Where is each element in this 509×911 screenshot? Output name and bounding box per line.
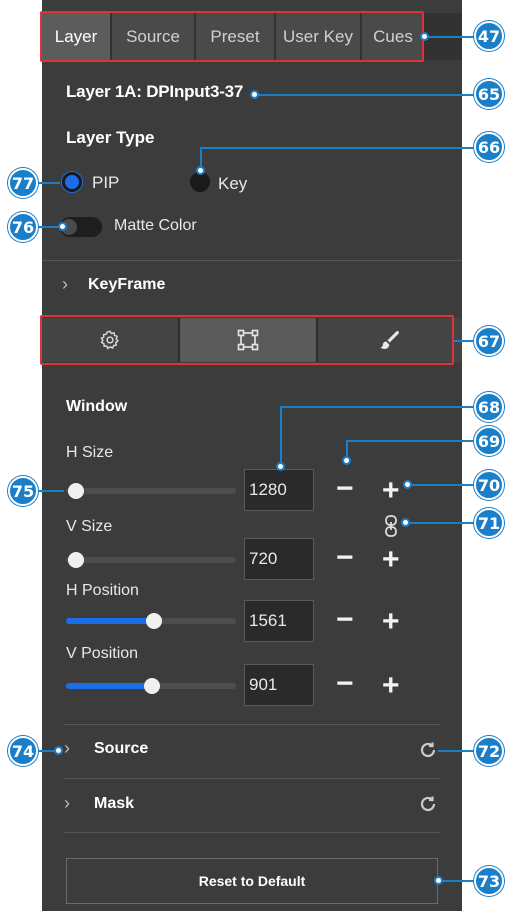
keyframe-expander[interactable]: › KeyFrame bbox=[62, 274, 362, 300]
source-label: Source bbox=[94, 740, 149, 757]
callout-line bbox=[36, 490, 64, 492]
pip-label: PIP bbox=[92, 173, 120, 192]
link-icon[interactable] bbox=[382, 514, 400, 538]
callout-anchor bbox=[401, 518, 410, 527]
highlight-box-icon-tabs bbox=[40, 315, 454, 365]
callout-line bbox=[280, 406, 282, 468]
h-position-input[interactable]: 1561 bbox=[244, 600, 314, 642]
h-size-label: H Size bbox=[66, 444, 114, 461]
v-size-slider-thumb[interactable] bbox=[68, 552, 84, 568]
v-size-increment[interactable]: + bbox=[382, 545, 400, 575]
callout-line bbox=[346, 440, 476, 442]
callout-badge: 77 bbox=[8, 168, 38, 198]
mask-label: Mask bbox=[94, 795, 135, 812]
v-position-label: V Position bbox=[66, 645, 139, 662]
h-size-decrement[interactable]: − bbox=[336, 474, 354, 504]
callout-badge: 72 bbox=[474, 736, 504, 766]
callout-badge: 70 bbox=[474, 470, 504, 500]
h-position-label: H Position bbox=[66, 582, 139, 599]
callout-anchor bbox=[250, 90, 259, 99]
h-position-slider-thumb[interactable] bbox=[146, 613, 162, 629]
callout-line bbox=[36, 182, 60, 184]
callout-line bbox=[424, 36, 476, 38]
layer-panel: Layer Source Preset User Key Cues Layer … bbox=[42, 0, 462, 911]
callout-anchor bbox=[54, 746, 63, 755]
mask-expander[interactable]: › Mask bbox=[64, 793, 364, 819]
callout-line bbox=[406, 522, 476, 524]
key-label: Key bbox=[218, 174, 248, 193]
callout-anchor bbox=[434, 876, 443, 885]
divider bbox=[64, 724, 440, 725]
h-size-slider[interactable] bbox=[66, 488, 236, 494]
h-size-input[interactable]: 1280 bbox=[244, 469, 314, 511]
callout-line bbox=[454, 340, 476, 342]
v-size-decrement[interactable]: − bbox=[336, 543, 354, 573]
callout-badge: 73 bbox=[474, 866, 504, 896]
callout-badge: 71 bbox=[474, 508, 504, 538]
callout-anchor bbox=[420, 32, 429, 41]
chevron-right-icon: › bbox=[62, 274, 68, 294]
pip-radio[interactable] bbox=[62, 172, 82, 192]
v-position-input[interactable]: 901 bbox=[244, 664, 314, 706]
callout-badge: 69 bbox=[474, 426, 504, 456]
v-position-increment[interactable]: + bbox=[382, 671, 400, 701]
v-size-label: V Size bbox=[66, 518, 113, 535]
callout-badge: 66 bbox=[474, 132, 504, 162]
keyframe-label: KeyFrame bbox=[88, 276, 166, 293]
chevron-right-icon: › bbox=[64, 738, 70, 758]
callout-line bbox=[440, 880, 476, 882]
chevron-right-icon: › bbox=[64, 793, 70, 813]
callout-badge: 47 bbox=[474, 21, 504, 51]
callout-badge: 76 bbox=[8, 212, 38, 242]
callout-badge: 74 bbox=[8, 736, 38, 766]
mask-reset-icon[interactable] bbox=[418, 794, 438, 814]
callout-badge: 68 bbox=[474, 392, 504, 422]
callout-anchor bbox=[196, 166, 205, 175]
h-size-slider-thumb[interactable] bbox=[68, 483, 84, 499]
callout-anchor bbox=[342, 456, 351, 465]
callout-badge: 75 bbox=[8, 476, 38, 506]
h-position-decrement[interactable]: − bbox=[336, 605, 354, 635]
highlight-box-tabs bbox=[40, 11, 424, 62]
source-reset-icon[interactable] bbox=[418, 740, 438, 760]
v-size-slider[interactable] bbox=[66, 557, 236, 563]
divider bbox=[64, 778, 440, 779]
matte-color-label: Matte Color bbox=[114, 217, 197, 234]
callout-anchor bbox=[403, 480, 412, 489]
v-position-slider-thumb[interactable] bbox=[144, 678, 160, 694]
callout-badge: 67 bbox=[474, 326, 504, 356]
divider bbox=[42, 260, 462, 261]
source-expander[interactable]: › Source bbox=[64, 738, 364, 764]
callout-line bbox=[280, 406, 476, 408]
h-size-increment[interactable]: + bbox=[382, 476, 400, 506]
window-heading: Window bbox=[66, 398, 128, 415]
v-size-input[interactable]: 720 bbox=[244, 538, 314, 580]
layer-type-heading: Layer Type bbox=[66, 128, 155, 147]
callout-badge: 65 bbox=[474, 79, 504, 109]
callout-anchor bbox=[58, 222, 67, 231]
callout-line bbox=[408, 484, 476, 486]
callout-line bbox=[200, 147, 476, 149]
v-position-decrement[interactable]: − bbox=[336, 669, 354, 699]
callout-line bbox=[256, 94, 476, 96]
callout-anchor bbox=[276, 462, 285, 471]
callout-line bbox=[438, 750, 476, 752]
key-radio[interactable] bbox=[190, 172, 210, 192]
h-position-fill bbox=[66, 618, 154, 624]
layer-title: Layer 1A: DPInput3-37 bbox=[66, 82, 244, 101]
reset-to-default-button[interactable]: Reset to Default bbox=[66, 858, 438, 904]
v-position-fill bbox=[66, 683, 152, 689]
h-position-increment[interactable]: + bbox=[382, 607, 400, 637]
divider bbox=[64, 832, 440, 833]
